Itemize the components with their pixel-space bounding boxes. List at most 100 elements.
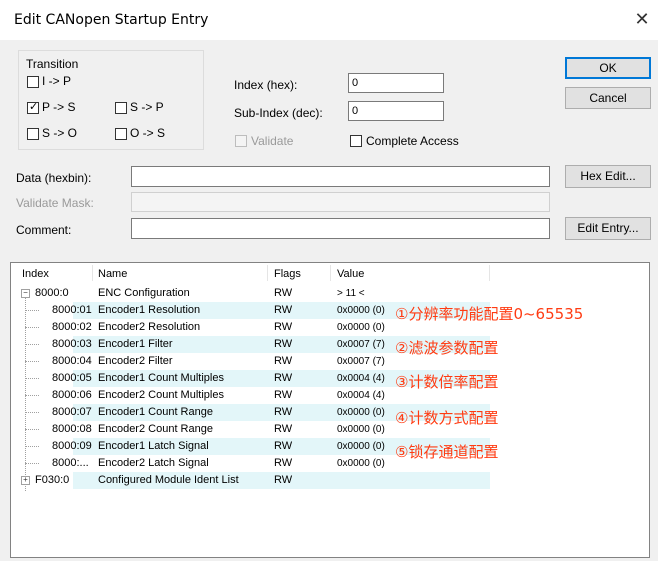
tree-line — [25, 310, 39, 311]
table-row[interactable]: 8000:... Encoder2 Latch Signal RW 0x0000 (0… — [11, 455, 649, 472]
transition-label: Transition — [24, 57, 81, 71]
tree-line — [25, 412, 39, 413]
cell-flags: RW — [274, 423, 293, 435]
cell-index: 8000:0 — [35, 287, 69, 299]
cell-name: Encoder2 Latch Signal — [98, 457, 209, 469]
checkbox-i-p-label: I -> P — [42, 74, 72, 88]
comment-input[interactable] — [131, 218, 550, 239]
column-separator — [92, 265, 93, 281]
cell-name: Encoder2 Count Multiples — [98, 389, 224, 401]
title-bar: Edit CANopen Startup Entry ✕ — [0, 0, 658, 40]
cell-index: 8000:08 — [52, 423, 92, 435]
cell-flags: RW — [274, 304, 293, 316]
cell-index: 8000:05 — [52, 372, 92, 384]
index-input[interactable]: 0 — [348, 73, 444, 93]
data-label: Data (hexbin): — [16, 171, 92, 185]
cell-value: 0x0004 (4) — [337, 390, 385, 401]
cell-index: 8000:06 — [52, 389, 92, 401]
cell-index: 8000:03 — [52, 338, 92, 350]
cell-index: 8000:01 — [52, 304, 92, 316]
table-row[interactable]: 8000:08 Encoder2 Count Range RW 0x0000 (0) — [11, 421, 649, 438]
cell-index: 8000:09 — [52, 440, 92, 452]
column-header-value[interactable]: Value — [337, 265, 364, 283]
column-separator — [489, 265, 490, 281]
cell-flags: RW — [274, 287, 293, 299]
column-header-index[interactable]: Index — [22, 265, 49, 283]
cell-name: Encoder2 Count Range — [98, 423, 213, 435]
table-row[interactable]: 8000:04 Encoder2 Filter RW 0x0007 (7) — [11, 353, 649, 370]
cell-flags: RW — [274, 355, 293, 367]
subindex-input[interactable]: 0 — [348, 101, 444, 121]
cell-name: ENC Configuration — [98, 287, 190, 299]
cell-name: Encoder1 Filter — [98, 338, 173, 350]
checkbox-i-p[interactable] — [27, 76, 39, 88]
validate-mask-input[interactable] — [131, 192, 550, 212]
subindex-label: Sub-Index (dec): — [234, 106, 323, 120]
cell-flags: RW — [274, 389, 293, 401]
complete-access-label: Complete Access — [366, 134, 459, 148]
cell-index: 8000:07 — [52, 406, 92, 418]
column-separator — [330, 265, 331, 281]
edit-entry-button[interactable]: Edit Entry... — [565, 217, 651, 240]
checkbox-p-s-label: P -> S — [42, 100, 76, 114]
checkbox-o-s[interactable] — [115, 128, 127, 140]
table-row[interactable]: −8000:0 ENC Configuration RW > 11 < — [11, 285, 649, 302]
tree-line — [25, 395, 39, 396]
table-row[interactable]: 8000:05 Encoder1 Count Multiples RW 0x0004 … — [11, 370, 649, 387]
cell-name: Configured Module Ident List — [98, 474, 239, 486]
cell-name: Encoder1 Count Multiples — [98, 372, 224, 384]
collapse-icon[interactable]: − — [21, 289, 30, 298]
checkbox-s-o-label: S -> O — [42, 126, 78, 140]
tree-line — [25, 344, 39, 345]
table-row[interactable]: 8000:07 Encoder1 Count Range RW 0x0000 (0) — [11, 404, 649, 421]
cell-flags: RW — [274, 440, 293, 452]
cell-flags: RW — [274, 457, 293, 469]
tree-line — [25, 463, 39, 464]
cell-flags: RW — [274, 321, 293, 333]
expand-icon[interactable]: + — [21, 476, 30, 485]
table-row[interactable]: 8000:09 Encoder1 Latch Signal RW 0x0000 (0) — [11, 438, 649, 455]
cell-value: > 11 < — [337, 288, 365, 299]
annotation-latch-signal: ⑤锁存通道配置 — [395, 443, 499, 461]
check-icon: ✓ — [29, 101, 39, 113]
tree-line — [25, 361, 39, 362]
cell-name: Encoder2 Filter — [98, 355, 173, 367]
annotation-resolution: ①分辨率功能配置0~65535 — [395, 305, 584, 323]
cell-value: 0x0007 (7) — [337, 356, 385, 367]
cancel-button[interactable]: Cancel — [565, 87, 651, 109]
tree-line — [25, 327, 39, 328]
cell-index: 8000:02 — [52, 321, 92, 333]
cell-value: 0x0000 (0) — [337, 441, 385, 452]
cell-flags: RW — [274, 474, 293, 486]
table-row[interactable]: 8000:06 Encoder2 Count Multiples RW 0x0004 … — [11, 387, 649, 404]
checkbox-p-s[interactable]: ✓ — [27, 101, 39, 114]
checkbox-s-p-label: S -> P — [130, 100, 164, 114]
cell-flags: RW — [274, 338, 293, 350]
table-row[interactable]: + F030:0 Configured Module Ident List RW — [11, 472, 649, 489]
cell-name: Encoder1 Resolution — [98, 304, 201, 316]
annotation-count-multiples: ③计数倍率配置 — [395, 373, 499, 391]
column-header-name[interactable]: Name — [98, 265, 127, 283]
validate-checkbox[interactable] — [235, 135, 247, 147]
cell-value: 0x0007 (7) — [337, 339, 385, 350]
complete-access-checkbox[interactable] — [350, 135, 362, 147]
cell-value: 0x0000 (0) — [337, 322, 385, 333]
cell-value: 0x0000 (0) — [337, 305, 385, 316]
hex-edit-button[interactable]: Hex Edit... — [565, 165, 651, 188]
column-header-flags[interactable]: Flags — [274, 265, 301, 283]
checkbox-s-p[interactable] — [115, 102, 127, 114]
checkbox-s-o[interactable] — [27, 128, 39, 140]
cell-flags: RW — [274, 406, 293, 418]
data-input[interactable] — [131, 166, 550, 187]
close-icon[interactable]: ✕ — [630, 7, 654, 31]
comment-label: Comment: — [16, 223, 72, 237]
cell-value: 0x0000 (0) — [337, 424, 385, 435]
cell-name: Encoder2 Resolution — [98, 321, 201, 333]
cell-value: 0x0004 (4) — [337, 373, 385, 384]
column-separator — [267, 265, 268, 281]
checkbox-o-s-label: O -> S — [130, 126, 166, 140]
cell-flags: RW — [274, 372, 293, 384]
tree-line — [25, 446, 39, 447]
table-row[interactable]: 8000:03 Encoder1 Filter RW 0x0007 (7) — [11, 336, 649, 353]
ok-button[interactable]: OK — [565, 57, 651, 79]
